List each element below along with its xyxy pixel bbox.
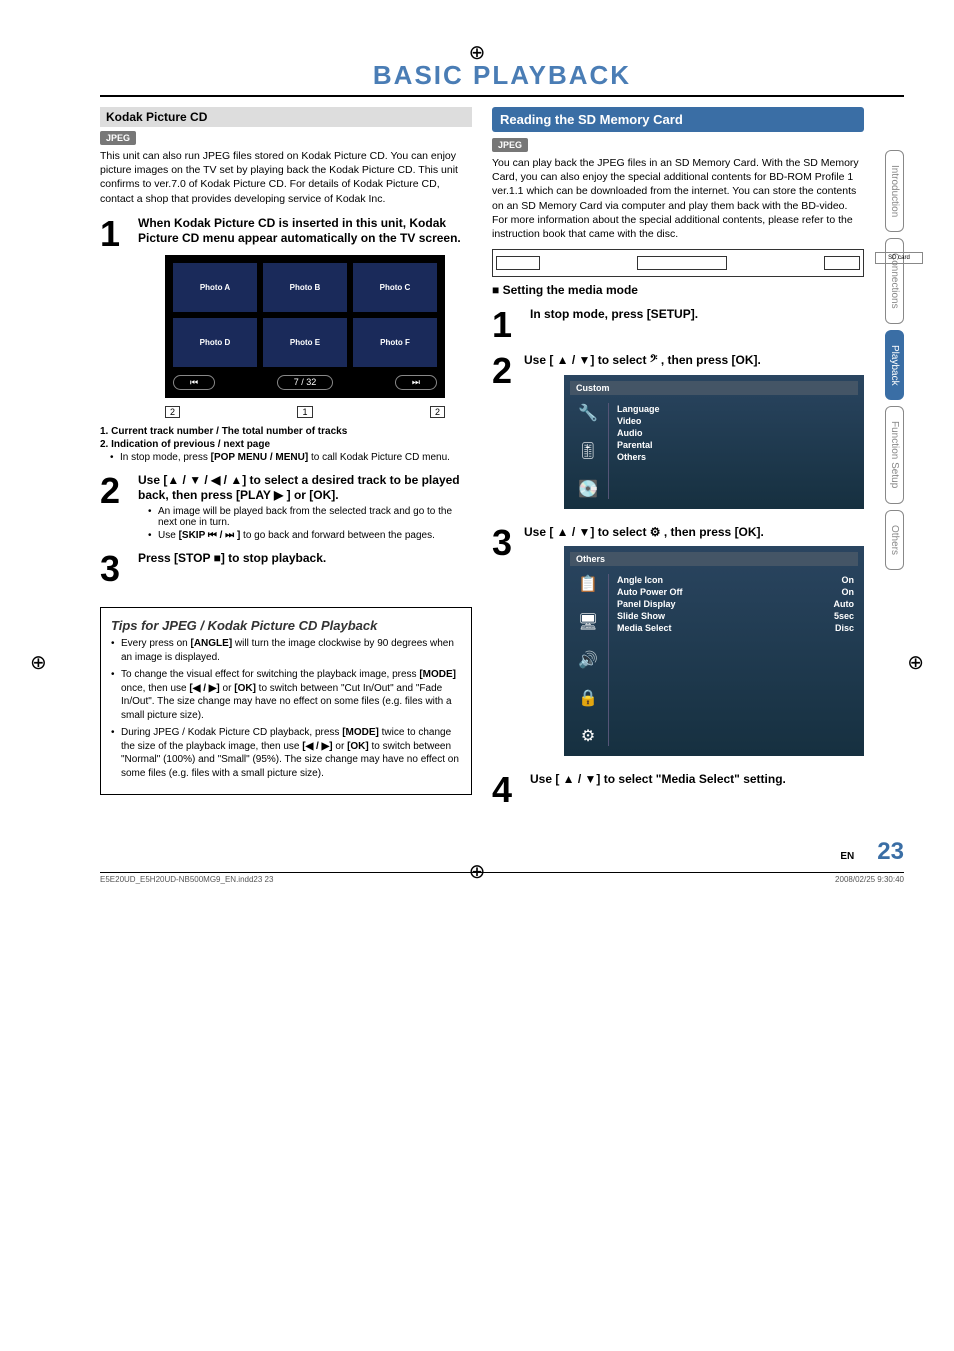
mode-button-label: [MODE] <box>419 669 456 680</box>
left-column: Kodak Picture CD JPEG This unit can also… <box>100 107 472 808</box>
leader-right: 2 <box>430 406 445 418</box>
others-menu-screen: Others 📋 🖥 🔊 🔒 ⚙ Angle IconOn <box>564 546 864 756</box>
tip-2: To change the visual effect for switchin… <box>111 668 461 722</box>
row-panel-display[interactable]: Panel DisplayAuto <box>617 598 854 610</box>
ok-button-label-2: [OK] <box>347 741 369 752</box>
right-column: Reading the SD Memory Card JPEG You can … <box>492 107 904 808</box>
device-display <box>637 256 727 270</box>
tip-1: Every press on [ANGLE] will turn the ima… <box>111 637 461 664</box>
photo-e[interactable]: Photo E <box>263 318 347 367</box>
device-sd-slot <box>824 256 860 270</box>
sliders-icon: 🎚 <box>578 441 598 461</box>
step3-number: 3 <box>100 551 128 587</box>
note-2-sub: In stop mode, press [POP MENU / MENU] to… <box>110 452 472 463</box>
next-page-button[interactable]: ⏭ <box>395 375 437 390</box>
r-step1-title: In stop mode, press [SETUP]. <box>530 307 864 323</box>
left-right-label: [◀ / ▶] <box>189 683 219 694</box>
list-icon: 📋 <box>578 574 598 594</box>
jpeg-badge-2: JPEG <box>492 138 528 152</box>
skip-button-label: [SKIP ⏮ / ⏭ ] <box>179 530 241 541</box>
tips-title: Tips for JPEG / Kodak Picture CD Playbac… <box>111 618 461 633</box>
angle-button-label: [ANGLE] <box>190 638 232 649</box>
r-step2-title: Use [ ▲ / ▼] to select 𝄢 , then press [O… <box>524 353 864 369</box>
lang-code: EN <box>840 851 854 862</box>
disc-icon: 💽 <box>578 479 598 499</box>
step3-title: Press [STOP ■] to stop playback. <box>138 551 472 567</box>
photo-d[interactable]: Photo D <box>173 318 257 367</box>
r-step3-number: 3 <box>492 525 514 763</box>
sd-card-callout: SD card <box>875 252 923 264</box>
tab-function-setup[interactable]: Function Setup <box>885 406 904 503</box>
tips-box: Tips for JPEG / Kodak Picture CD Playbac… <box>100 607 472 795</box>
setting-media-mode-heading: Setting the media mode <box>492 283 864 297</box>
note-1: 1. Current track number / The total numb… <box>100 426 472 437</box>
wrench-icon: 🔧 <box>578 403 598 423</box>
footer-date: 2008/02/25 9:30:40 <box>835 875 904 884</box>
r-step4-title: Use [ ▲ / ▼] to select "Media Select" se… <box>530 772 864 788</box>
step1-number: 1 <box>100 216 128 424</box>
kodak-intro: This unit can also run JPEG files stored… <box>100 149 472 206</box>
photo-f[interactable]: Photo F <box>353 318 437 367</box>
lock-icon: 🔒 <box>578 688 598 708</box>
r-step2-number: 2 <box>492 353 514 515</box>
ok-button-label: [OK] <box>234 683 256 694</box>
device-disc-slot <box>496 256 540 270</box>
tab-introduction[interactable]: Introduction <box>885 150 904 232</box>
side-tabs: Introduction Connections Playback Functi… <box>885 150 904 570</box>
left-right-label-2: [◀ / ▶] <box>302 741 332 752</box>
device-diagram: SD card <box>492 249 864 277</box>
note-2: 2. Indication of previous / next page <box>100 439 472 450</box>
photo-a[interactable]: Photo A <box>173 263 257 312</box>
step2-bullet2: Use [SKIP ⏮ / ⏭ ] to go back and forward… <box>148 530 472 541</box>
r-step3-title: Use [ ▲ / ▼] to select ⚙ , then press [O… <box>524 525 864 541</box>
step2-number: 2 <box>100 473 128 541</box>
row-angle-icon[interactable]: Angle IconOn <box>617 574 854 586</box>
r-step4-number: 4 <box>492 772 520 808</box>
row-auto-power-off[interactable]: Auto Power OffOn <box>617 586 854 598</box>
tab-playback[interactable]: Playback <box>885 330 904 401</box>
step2-bullet1: An image will be played back from the se… <box>148 506 472 528</box>
menu-item-audio[interactable]: Audio <box>617 427 854 439</box>
step1-title: When Kodak Picture CD is inserted in thi… <box>138 216 472 247</box>
custom-menu-screen: Custom 🔧 🎚 💽 Language Video Audio <box>564 375 864 509</box>
menu-item-parental[interactable]: Parental <box>617 439 854 451</box>
step2-title: Use [▲ / ▼ / ◀ / ▲] to select a desired … <box>138 473 472 504</box>
menu-item-language[interactable]: Language <box>617 403 854 415</box>
speaker-icon: 🔊 <box>578 650 598 670</box>
prev-page-button[interactable]: ⏮ <box>173 375 215 390</box>
menu-item-others[interactable]: Others <box>617 451 854 463</box>
row-slide-show[interactable]: Slide Show5sec <box>617 610 854 622</box>
page-title: BASIC PLAYBACK <box>100 60 904 97</box>
sd-intro: You can play back the JPEG files in an S… <box>492 156 864 241</box>
jpeg-badge: JPEG <box>100 131 136 145</box>
leader-mid: 1 <box>297 406 312 418</box>
photo-grid: Photo A Photo B Photo C Photo D Photo E … <box>165 255 445 398</box>
mode-button-label-2: [MODE] <box>342 727 379 738</box>
footer-line: E5E20UD_E5H20UD-NB500MG9_EN.indd23 23 20… <box>100 872 904 884</box>
page-counter: 7 / 32 <box>277 375 334 390</box>
page-number: 23 <box>877 838 904 865</box>
reading-header: Reading the SD Memory Card <box>492 107 864 132</box>
monitor-icon: 🖥 <box>578 612 598 632</box>
pop-menu-button-label: [POP MENU / MENU] <box>211 452 309 463</box>
r-step1-number: 1 <box>492 307 520 343</box>
row-media-select[interactable]: Media SelectDisc <box>617 622 854 634</box>
gear-icon: ⚙ <box>581 726 595 746</box>
photo-c[interactable]: Photo C <box>353 263 437 312</box>
footer-file: E5E20UD_E5H20UD-NB500MG9_EN.indd23 23 <box>100 875 273 884</box>
menu-item-video[interactable]: Video <box>617 415 854 427</box>
others-menu-header: Others <box>570 552 858 566</box>
tip-3: During JPEG / Kodak Picture CD playback,… <box>111 726 461 780</box>
tab-others[interactable]: Others <box>885 510 904 570</box>
custom-menu-header: Custom <box>570 381 858 395</box>
leader-left: 2 <box>165 406 180 418</box>
photo-b[interactable]: Photo B <box>263 263 347 312</box>
kodak-header: Kodak Picture CD <box>100 107 472 127</box>
